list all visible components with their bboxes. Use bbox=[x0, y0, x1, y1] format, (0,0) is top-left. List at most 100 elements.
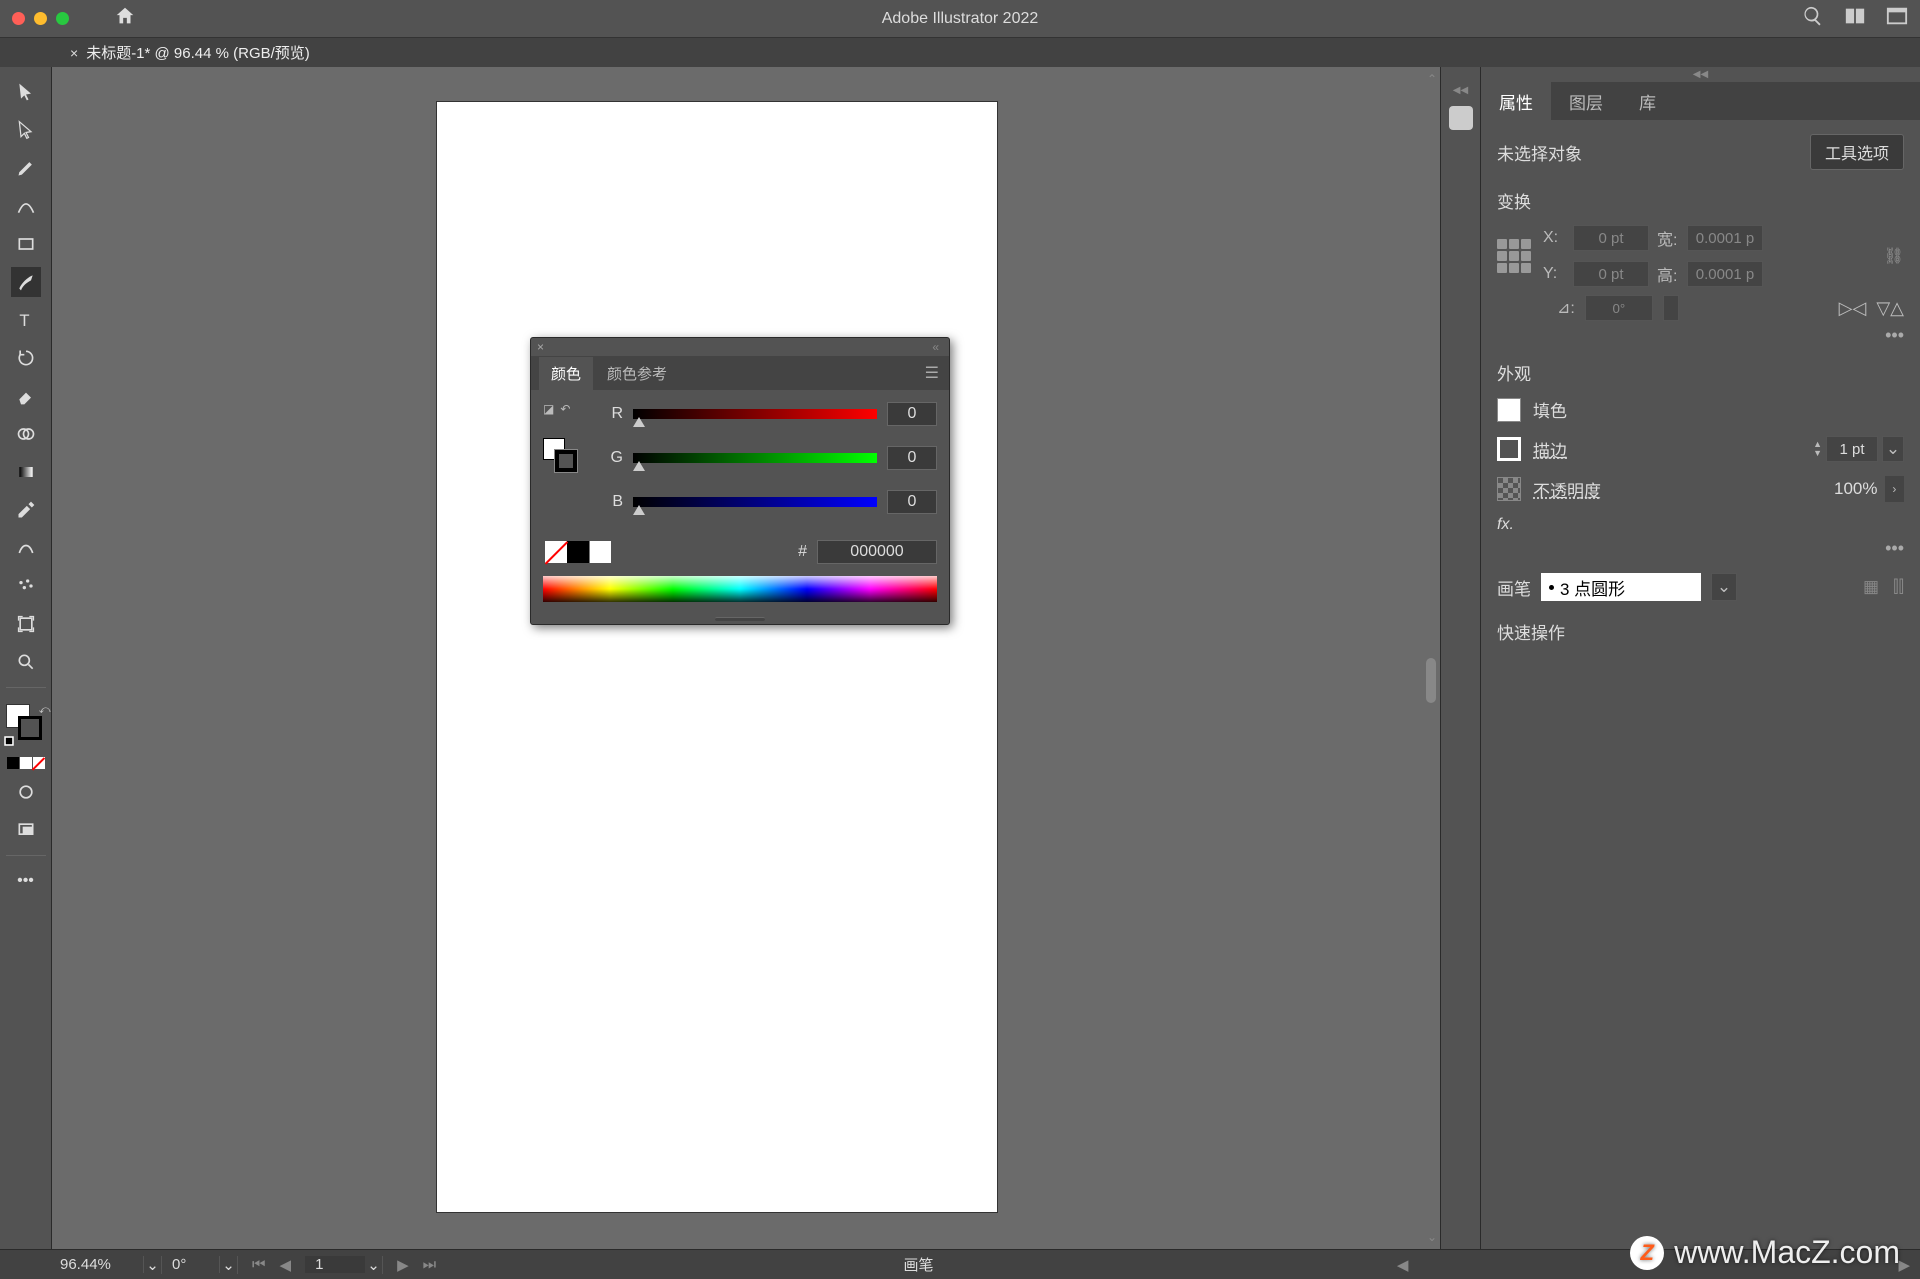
b-input[interactable] bbox=[887, 490, 937, 514]
type-tool-icon[interactable]: T bbox=[11, 305, 41, 335]
y-input[interactable] bbox=[1573, 261, 1649, 287]
rotate-input[interactable] bbox=[1585, 295, 1653, 321]
swap-fill-stroke-icon[interactable]: ⤺ bbox=[39, 704, 51, 717]
workspace-icon[interactable] bbox=[1886, 5, 1908, 32]
none-color-swatch[interactable] bbox=[545, 541, 567, 563]
appearance-more-icon[interactable]: ••• bbox=[1497, 538, 1904, 559]
hscroll-left-icon[interactable]: ◀ bbox=[1387, 1256, 1419, 1274]
brush-options-icon[interactable]: ▦ bbox=[1863, 577, 1879, 597]
gradient-tool-icon[interactable] bbox=[11, 457, 41, 487]
expand-dock-icon[interactable]: ◀◀ bbox=[1453, 85, 1468, 96]
x-input[interactable] bbox=[1573, 225, 1649, 251]
close-window-button[interactable] bbox=[12, 12, 25, 25]
zoom-dropdown-icon[interactable]: ⌄ bbox=[144, 1256, 162, 1274]
height-input[interactable] bbox=[1687, 261, 1763, 287]
stroke-width-dropdown-icon[interactable]: ⌄ bbox=[1882, 436, 1904, 462]
next-artboard-icon[interactable]: ▶ bbox=[393, 1256, 413, 1274]
eyedropper-tool-icon[interactable] bbox=[11, 495, 41, 525]
maximize-window-button[interactable] bbox=[56, 12, 69, 25]
zoom-value[interactable]: 96.44% bbox=[52, 1256, 144, 1273]
rectangle-tool-icon[interactable] bbox=[11, 229, 41, 259]
opacity-dropdown-icon[interactable]: › bbox=[1885, 476, 1904, 502]
first-artboard-icon[interactable]: ⏮ bbox=[248, 1256, 270, 1274]
search-icon[interactable] bbox=[1802, 5, 1824, 32]
stroke-stepper-icon[interactable]: ▲▼ bbox=[1813, 440, 1822, 458]
pen-tool-icon[interactable] bbox=[11, 153, 41, 183]
width-input[interactable] bbox=[1687, 225, 1763, 251]
r-input[interactable] bbox=[887, 402, 937, 426]
color-tab[interactable]: 颜色 bbox=[539, 357, 593, 390]
eraser-tool-icon[interactable] bbox=[11, 381, 41, 411]
tab-properties[interactable]: 属性 bbox=[1481, 81, 1551, 122]
artboard-tool-icon[interactable] bbox=[11, 609, 41, 639]
flip-vertical-icon[interactable]: ▽△ bbox=[1876, 298, 1904, 319]
color-mode-row[interactable] bbox=[7, 757, 45, 769]
scroll-up-icon[interactable]: ⌃ bbox=[1427, 72, 1437, 86]
close-tab-icon[interactable]: × bbox=[70, 45, 78, 61]
vertical-scrollbar-thumb[interactable] bbox=[1426, 658, 1436, 703]
fill-stroke-swatch[interactable]: ⤺ bbox=[6, 704, 46, 744]
g-slider[interactable] bbox=[633, 453, 877, 463]
brush-libraries-icon[interactable]: ⫿⫿ bbox=[1893, 577, 1904, 597]
r-slider[interactable] bbox=[633, 409, 877, 419]
artboard-dropdown-icon[interactable]: ⌄ bbox=[365, 1256, 383, 1274]
stroke-width-input[interactable] bbox=[1826, 436, 1878, 462]
prev-artboard-icon[interactable]: ◀ bbox=[276, 1256, 296, 1274]
tab-libraries[interactable]: 库 bbox=[1621, 81, 1674, 122]
color-panel[interactable]: × « 颜色 颜色参考 ☰ ◪ ↶ R G bbox=[530, 337, 950, 625]
symbol-sprayer-tool-icon[interactable] bbox=[11, 571, 41, 601]
draw-mode-icon[interactable] bbox=[11, 777, 41, 807]
brush-dropdown-icon[interactable]: ⌄ bbox=[1711, 573, 1737, 601]
blend-tool-icon[interactable] bbox=[11, 533, 41, 563]
tab-layers[interactable]: 图层 bbox=[1551, 81, 1621, 122]
b-slider-thumb[interactable] bbox=[633, 505, 645, 515]
edit-toolbar-icon[interactable]: ••• bbox=[11, 866, 41, 896]
minimize-window-button[interactable] bbox=[34, 12, 47, 25]
selection-tool-icon[interactable] bbox=[11, 77, 41, 107]
shape-builder-tool-icon[interactable] bbox=[11, 419, 41, 449]
hex-input[interactable] bbox=[817, 540, 937, 564]
last-artboard-icon[interactable]: ⏭ bbox=[419, 1256, 441, 1274]
g-input[interactable] bbox=[887, 446, 937, 470]
black-swatch[interactable] bbox=[567, 541, 589, 563]
color-spectrum[interactable] bbox=[543, 576, 937, 602]
r-slider-thumb[interactable] bbox=[633, 417, 645, 427]
brush-definition-select[interactable]: 3 点圆形 bbox=[1541, 573, 1701, 601]
curvature-tool-icon[interactable] bbox=[11, 191, 41, 221]
flip-horizontal-icon[interactable]: ▷◁ bbox=[1839, 298, 1867, 319]
g-slider-thumb[interactable] bbox=[633, 461, 645, 471]
opacity-swatch-icon[interactable] bbox=[1497, 477, 1521, 501]
arrange-documents-icon[interactable] bbox=[1844, 5, 1866, 32]
default-fill-stroke-icon[interactable] bbox=[4, 736, 14, 746]
panel-close-icon[interactable]: × bbox=[537, 340, 544, 354]
white-swatch[interactable] bbox=[589, 541, 611, 563]
stroke-swatch[interactable] bbox=[1497, 437, 1521, 461]
reference-point-icon[interactable] bbox=[1497, 239, 1531, 273]
paintbrush-tool-icon[interactable] bbox=[11, 267, 41, 297]
canvas-area[interactable]: ⌃ ⌄ bbox=[52, 67, 1440, 1249]
direct-selection-tool-icon[interactable] bbox=[11, 115, 41, 145]
screen-mode-icon[interactable] bbox=[11, 815, 41, 845]
link-wh-icon[interactable]: ⛓ bbox=[1884, 246, 1904, 266]
swap-panel-swatch-icon[interactable]: ◪ bbox=[543, 402, 554, 416]
scroll-down-icon[interactable]: ⌄ bbox=[1427, 1230, 1437, 1244]
rotation-value[interactable]: 0° bbox=[162, 1256, 220, 1273]
b-slider[interactable] bbox=[633, 497, 877, 507]
color-guide-tab[interactable]: 颜色参考 bbox=[595, 357, 679, 390]
panel-fill-stroke-swatch[interactable] bbox=[543, 438, 583, 478]
panel-resize-grip[interactable] bbox=[531, 614, 949, 624]
tool-options-button[interactable]: 工具选项 bbox=[1810, 134, 1904, 170]
comment-panel-icon[interactable] bbox=[1449, 106, 1473, 130]
rotation-dropdown-icon[interactable]: ⌄ bbox=[220, 1256, 238, 1274]
rotate-tool-icon[interactable] bbox=[11, 343, 41, 373]
artboard-number-input[interactable]: 1 bbox=[305, 1256, 365, 1273]
fill-swatch[interactable] bbox=[1497, 398, 1521, 422]
artboard[interactable] bbox=[437, 102, 997, 1212]
last-color-icon[interactable]: ↶ bbox=[560, 402, 570, 416]
rotate-dropdown-icon[interactable] bbox=[1663, 295, 1679, 321]
panel-menu-icon[interactable]: ☰ bbox=[925, 363, 939, 383]
home-icon[interactable] bbox=[114, 5, 136, 33]
fx-label[interactable]: fx. bbox=[1497, 516, 1904, 534]
zoom-tool-icon[interactable] bbox=[11, 647, 41, 677]
panel-collapse-icon[interactable]: « bbox=[932, 340, 939, 354]
